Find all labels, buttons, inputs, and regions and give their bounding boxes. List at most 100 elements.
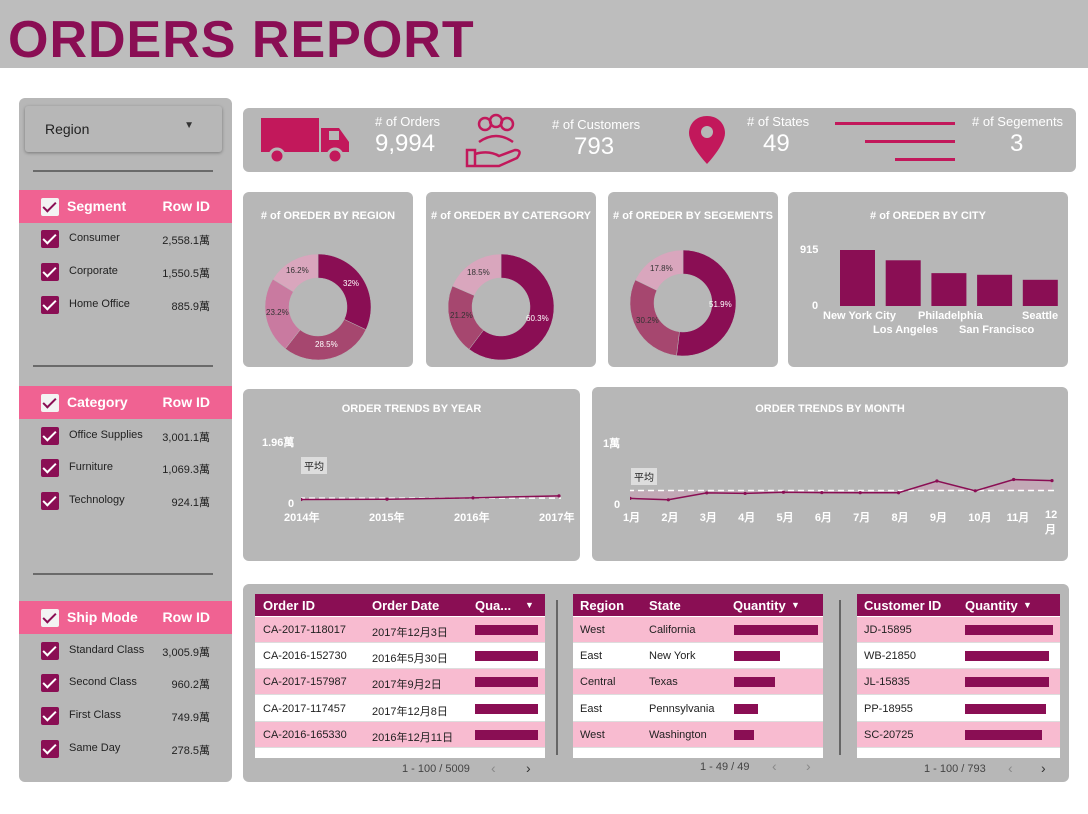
checkbox[interactable]: [41, 674, 59, 692]
table-row[interactable]: CA-2016-165330 2016年12月11日: [255, 721, 545, 748]
city-bar[interactable]: [840, 250, 875, 306]
table-row[interactable]: Central Texas: [573, 669, 823, 696]
column-header[interactable]: Quantity: [965, 598, 1018, 613]
city-bar-chart[interactable]: [828, 242, 1068, 308]
data-point[interactable]: [471, 496, 475, 500]
data-point[interactable]: [1050, 478, 1054, 483]
quantity-bar: [475, 729, 538, 740]
category-filter-item[interactable]: Furniture 1,069.3萬: [19, 456, 232, 480]
data-point[interactable]: [973, 489, 977, 493]
table-row[interactable]: CA-2017-117457 2017年12月8日: [255, 696, 545, 722]
data-point[interactable]: [1012, 477, 1016, 482]
table-cell: PP-18955: [864, 702, 913, 715]
next-page-button[interactable]: ›: [806, 758, 811, 774]
next-page-button[interactable]: ›: [1041, 760, 1046, 776]
donut-slice[interactable]: [317, 253, 372, 330]
data-point[interactable]: [705, 491, 709, 495]
column-header[interactable]: Quantity: [733, 598, 786, 613]
table-row[interactable]: West Washington: [573, 721, 823, 748]
shipmode-filter-item[interactable]: Standard Class 3,005.9萬: [19, 639, 232, 663]
table-row[interactable]: PP-18955: [857, 696, 1060, 722]
table-row[interactable]: East Pennsylvania: [573, 696, 823, 722]
checkbox[interactable]: [41, 427, 59, 445]
table-row[interactable]: West California: [573, 617, 823, 643]
sort-desc-icon[interactable]: ▼: [1023, 600, 1032, 610]
truck-icon: [261, 118, 349, 164]
filter-item-value: 278.5萬: [171, 745, 210, 757]
quantity-bar: [475, 703, 538, 714]
quantity-bar: [965, 677, 1049, 688]
column-header[interactable]: Order ID: [263, 598, 315, 613]
category-filter-header[interactable]: Category Row ID: [19, 386, 232, 419]
table-cell: West: [580, 728, 605, 741]
data-point[interactable]: [385, 497, 389, 501]
sort-desc-icon[interactable]: ▼: [525, 600, 534, 610]
column-header[interactable]: Region: [580, 598, 624, 613]
segment-filter-item[interactable]: Consumer 2,558.1萬: [19, 227, 232, 251]
table-row[interactable]: East New York: [573, 643, 823, 670]
checkbox[interactable]: [41, 642, 59, 660]
tables-panel: Order ID Order Date Qua... ▼ CA-2017-118…: [243, 584, 1069, 782]
table-row[interactable]: CA-2017-157987 2017年9月2日: [255, 669, 545, 696]
quantity-bar: [965, 651, 1050, 662]
kpi-states-label: # of States: [747, 114, 810, 129]
sort-desc-icon[interactable]: ▼: [791, 600, 800, 610]
segment-filter-item[interactable]: Home Office 885.9萬: [19, 293, 232, 317]
select-all-checkbox[interactable]: [41, 394, 59, 412]
segment-filter-header[interactable]: Segment Row ID: [19, 190, 232, 223]
year-line-chart[interactable]: [301, 447, 561, 509]
table-row[interactable]: CA-2016-152730 2016年5月30日: [255, 643, 545, 670]
city-bar[interactable]: [1022, 279, 1058, 306]
segment-filter-item[interactable]: Corporate 1,550.5萬: [19, 260, 232, 284]
table-row[interactable]: SC-20725: [857, 721, 1060, 748]
checkbox[interactable]: [41, 230, 59, 248]
data-point[interactable]: [666, 498, 670, 502]
x-tick: 11月: [1006, 512, 1030, 524]
data-point[interactable]: [896, 491, 901, 495]
column-header[interactable]: Customer ID: [864, 598, 941, 613]
column-header[interactable]: Order Date: [372, 598, 439, 613]
shipmode-filter-item[interactable]: First Class 749.9萬: [19, 704, 232, 728]
select-all-checkbox[interactable]: [41, 198, 59, 216]
column-header[interactable]: Qua...: [475, 598, 511, 613]
data-point[interactable]: [820, 490, 824, 495]
checkbox[interactable]: [41, 707, 59, 725]
x-tick: 12月: [1045, 509, 1058, 536]
table-cell: New York: [649, 650, 696, 663]
data-point[interactable]: [743, 491, 747, 496]
data-point[interactable]: [557, 494, 561, 498]
data-point[interactable]: [935, 479, 939, 483]
checkbox[interactable]: [41, 296, 59, 314]
shipmode-filter-item[interactable]: Second Class 960.2萬: [19, 671, 232, 695]
slice-label: 23.2%: [266, 308, 289, 317]
table-row[interactable]: JL-15835: [857, 669, 1060, 696]
data-point[interactable]: [858, 491, 862, 495]
prev-page-button[interactable]: ‹: [1008, 760, 1013, 776]
select-all-checkbox[interactable]: [41, 609, 59, 627]
table-header: Customer ID Quantity ▼: [857, 594, 1060, 616]
checkbox[interactable]: [41, 263, 59, 281]
data-point[interactable]: [781, 490, 786, 494]
category-filter-item[interactable]: Office Supplies 3,001.1萬: [19, 424, 232, 448]
city-bar[interactable]: [931, 273, 967, 306]
checkbox[interactable]: [41, 492, 59, 510]
table-row[interactable]: JD-15895: [857, 617, 1060, 643]
category-donut-chart[interactable]: [446, 252, 556, 362]
month-line-chart[interactable]: [630, 449, 1060, 509]
city-bar[interactable]: [977, 274, 1013, 306]
table-row[interactable]: WB-21850: [857, 643, 1060, 670]
chart-title: # of OREDER BY CATERGORY: [431, 210, 591, 222]
category-filter-item[interactable]: Technology 924.1萬: [19, 489, 232, 513]
checkbox[interactable]: [41, 459, 59, 477]
region-dropdown[interactable]: Region ▼: [25, 106, 222, 152]
prev-page-button[interactable]: ‹: [491, 760, 496, 776]
shipmode-filter-item[interactable]: Same Day 278.5萬: [19, 737, 232, 761]
column-header[interactable]: State: [649, 598, 681, 613]
table-cell: CA-2017-117457: [263, 702, 346, 715]
shipmode-filter-header[interactable]: Ship Mode Row ID: [19, 601, 232, 634]
table-row[interactable]: CA-2017-118017 2017年12月3日: [255, 617, 545, 643]
checkbox[interactable]: [41, 740, 59, 758]
prev-page-button[interactable]: ‹: [772, 758, 777, 774]
next-page-button[interactable]: ›: [526, 760, 531, 776]
city-bar[interactable]: [885, 260, 921, 306]
